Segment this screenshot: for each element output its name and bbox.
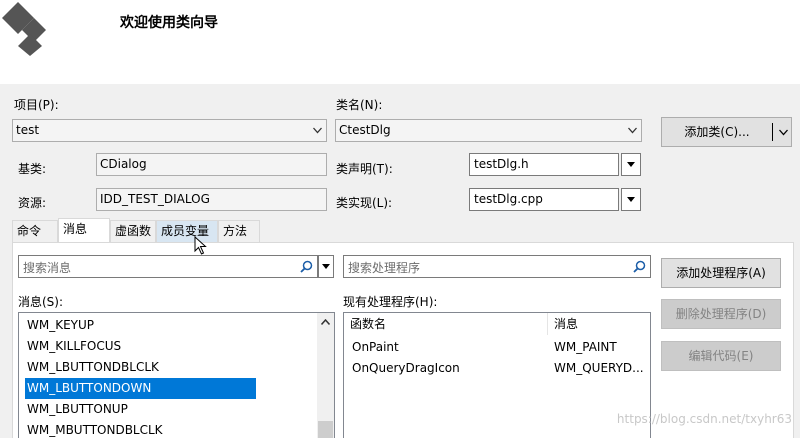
handlers-listview[interactable]: 函数名 消息 OnPaint WM_PAINT OnQueryDragIcon … <box>343 312 651 438</box>
messages-listbox[interactable]: WM_KEYUP WM_KILLFOCUS WM_LBUTTONDBLCLK W… <box>18 312 335 438</box>
project-label: 项目(P): <box>14 98 59 112</box>
search-messages-input[interactable]: 搜索消息 <box>18 255 318 278</box>
scrollbar-thumb[interactable] <box>318 421 333 438</box>
tab-messages[interactable]: 消息 <box>58 218 110 242</box>
list-item[interactable]: WM_KILLFOCUS <box>25 336 121 357</box>
project-combo[interactable]: test <box>12 119 327 142</box>
search-handlers-placeholder: 搜索处理程序 <box>348 261 421 275</box>
class-wizard-logo-icon <box>2 2 46 56</box>
class-impl-dropdown[interactable] <box>621 188 641 211</box>
tab-commands[interactable]: 命令 <box>12 220 58 242</box>
mouse-cursor-icon <box>194 236 207 255</box>
table-cell: OnQueryDragIcon <box>352 361 460 375</box>
tab-member-variables[interactable]: 成员变量 <box>156 220 218 242</box>
class-impl-value: testDlg.cpp <box>474 192 543 206</box>
watermark: https://blog.csdn.net/txyhr63 <box>616 412 792 426</box>
edit-code-button[interactable]: 编辑代码(E) <box>661 341 781 371</box>
table-row[interactable]: OnPaint WM_PAINT <box>344 337 650 358</box>
resource-field: IDD_TEST_DIALOG <box>96 188 327 211</box>
base-class-field: CDialog <box>96 153 327 176</box>
column-header-message[interactable]: 消息 <box>548 313 650 335</box>
chevron-down-icon <box>313 127 322 134</box>
base-class-value: CDialog <box>100 157 147 171</box>
chevron-down-icon <box>628 127 637 134</box>
table-row[interactable]: OnQueryDragIcon WM_QUERYD... <box>344 358 650 379</box>
class-decl-value: testDlg.h <box>474 157 529 171</box>
class-impl-label: 类实现(L): <box>336 196 393 210</box>
search-icon[interactable] <box>300 260 313 273</box>
list-item[interactable]: WM_LBUTTONUP <box>25 399 128 420</box>
caret-down-icon <box>627 197 635 202</box>
add-handler-button[interactable]: 添加处理程序(A) <box>661 258 781 288</box>
list-item[interactable]: WM_KEYUP <box>25 315 94 336</box>
classname-label: 类名(N): <box>336 98 383 112</box>
column-header-function-name[interactable]: 函数名 <box>344 313 548 335</box>
tab-methods[interactable]: 方法 <box>218 220 260 242</box>
search-messages-placeholder: 搜索消息 <box>23 261 72 275</box>
search-icon[interactable] <box>633 260 646 273</box>
class-impl-field[interactable]: testDlg.cpp <box>469 188 619 211</box>
class-decl-label: 类声明(T): <box>336 162 393 176</box>
resource-value: IDD_TEST_DIALOG <box>100 192 210 206</box>
table-cell: WM_PAINT <box>554 340 617 354</box>
classname-combo[interactable]: CtestDlg <box>335 119 642 142</box>
classname-value: CtestDlg <box>339 123 391 137</box>
resource-label: 资源: <box>18 196 47 210</box>
list-item[interactable]: WM_MBUTTONDBLCLK <box>25 420 163 438</box>
base-class-label: 基类: <box>18 162 47 176</box>
add-class-button[interactable]: 添加类(C)... <box>662 118 772 146</box>
chevron-down-icon <box>779 129 788 136</box>
wizard-title: 欢迎使用类向导 <box>120 15 218 31</box>
add-class-dropdown-button[interactable] <box>774 118 792 146</box>
list-item[interactable]: WM_LBUTTONDBLCLK <box>25 357 159 378</box>
table-cell: WM_QUERYD... <box>554 361 644 375</box>
scroll-up-arrow-icon[interactable] <box>321 319 330 325</box>
class-decl-dropdown[interactable] <box>621 153 641 176</box>
add-class-split-button[interactable]: 添加类(C)... <box>661 117 792 147</box>
project-value: test <box>16 123 40 137</box>
handlers-label: 现有处理程序(H): <box>343 295 438 309</box>
messages-label: 消息(S): <box>18 295 64 309</box>
search-handlers-input[interactable]: 搜索处理程序 <box>343 255 651 278</box>
search-messages-dropdown[interactable] <box>318 255 334 278</box>
table-cell: OnPaint <box>352 340 399 354</box>
caret-down-icon <box>322 264 330 269</box>
tab-virtual-functions[interactable]: 虚函数 <box>110 220 156 242</box>
vertical-scrollbar[interactable] <box>317 313 334 438</box>
class-decl-field[interactable]: testDlg.h <box>469 153 619 176</box>
list-item-selected[interactable]: WM_LBUTTONDOWN <box>25 378 256 399</box>
split-divider <box>772 123 773 141</box>
delete-handler-button[interactable]: 删除处理程序(D) <box>661 299 781 329</box>
caret-down-icon <box>627 162 635 167</box>
